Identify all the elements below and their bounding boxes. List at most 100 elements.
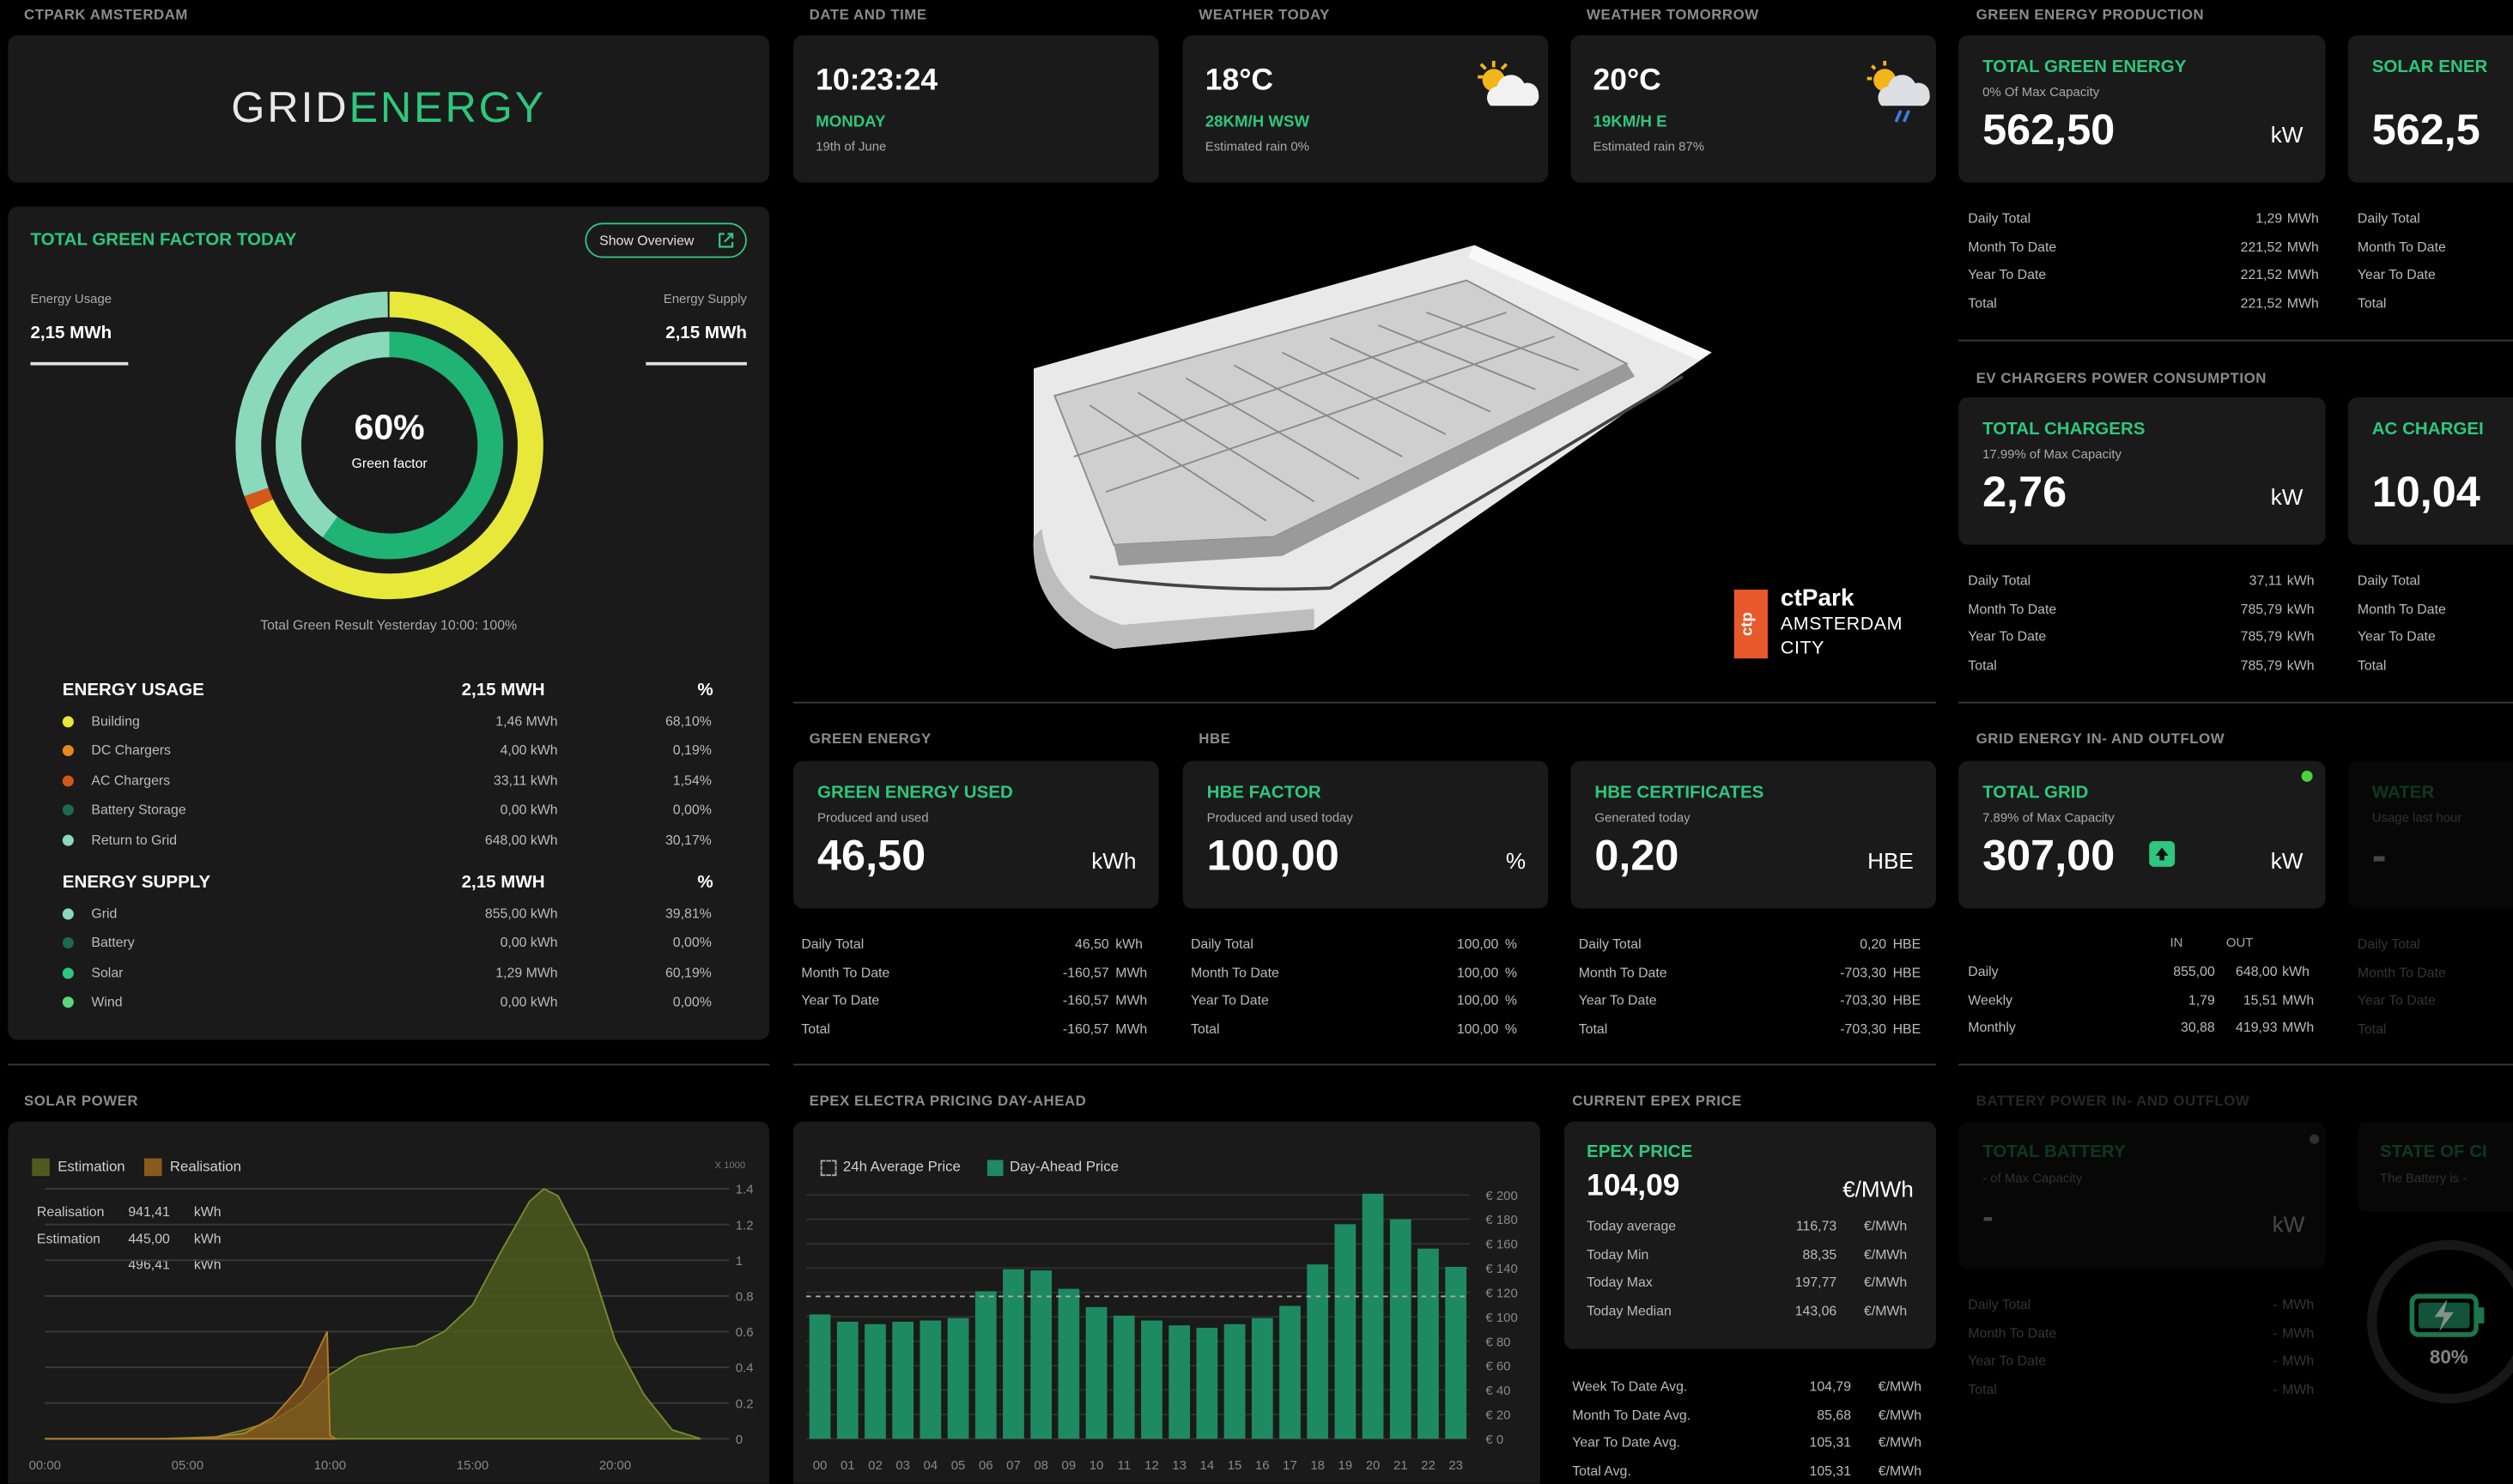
state-of-charge-value: 80%	[2429, 1346, 2468, 1369]
row-value: 100,00	[1456, 1020, 1499, 1036]
solar-energy-value: 562,5	[2371, 106, 2480, 154]
row-in: 1,79	[2188, 990, 2215, 1008]
row-unit: MWh	[2282, 1352, 2315, 1369]
hbe-certificates-unit: HBE	[1867, 847, 1914, 874]
price-bar	[1141, 1320, 1162, 1439]
total-green-energy-unit: kW	[2270, 121, 2304, 148]
row-label: Daily Total	[2357, 572, 2420, 589]
list-item-label: Battery	[91, 935, 135, 951]
row-label: Month To Date	[2357, 963, 2446, 980]
row-label: Daily Total	[1190, 936, 1253, 952]
grid-energy-logo: GRIDENERGY	[8, 83, 769, 133]
table-row: Year To Date -160,57 MWh	[801, 991, 1154, 1010]
row-label: Total	[1968, 294, 1997, 311]
legend-dot	[62, 996, 74, 1009]
row-unit: MWh	[2282, 1380, 2315, 1396]
row-value: 46,50	[1075, 936, 1109, 952]
row-unit: %	[1504, 1020, 1517, 1036]
table-row: Daily Total	[2358, 210, 2513, 229]
y-tick-label: 1	[736, 1254, 743, 1269]
ac-chargers-value: 10,04	[2371, 468, 2480, 517]
row-label: Total Avg.	[1572, 1462, 1631, 1479]
row-unit: €/MWh	[1878, 1378, 1922, 1395]
row-label: Year To Date Avg.	[1572, 1433, 1681, 1451]
list-item-percent: 30,17%	[665, 831, 712, 847]
water-card: WATER Usage last hour -	[2347, 760, 2513, 909]
y-tick-label: € 80	[1485, 1335, 1510, 1349]
area-series-realisation	[45, 1331, 339, 1440]
row-unit: MWh	[2282, 1019, 2315, 1035]
table-row: Daily Total	[2358, 936, 2513, 954]
list-item: Return to Grid 648,00 kWh 30,17%	[62, 831, 728, 850]
total-grid-value: 307,00	[1982, 831, 2115, 880]
hbe-certificates-subtitle: Generated today	[1594, 810, 1691, 826]
row-unit: €/MWh	[1878, 1433, 1922, 1451]
row-unit: MWh	[2286, 265, 2319, 282]
row-label: Total	[1968, 656, 1997, 673]
area-series-estimation	[45, 1187, 701, 1440]
green-energy-used-value: 46,50	[817, 831, 926, 880]
row-value: 197,77	[1794, 1274, 1837, 1290]
row-unit: MWh	[2282, 990, 2315, 1008]
row-unit: MWh	[2282, 1323, 2315, 1341]
logo-part-grid: GRID	[231, 83, 349, 132]
list-item: Wind 0,00 kWh 0,00%	[62, 993, 728, 1013]
x-tick-label: 07	[1006, 1458, 1021, 1473]
legend-dot	[62, 908, 74, 920]
table-row: Month To Date	[2358, 600, 2513, 619]
price-bar	[1168, 1325, 1191, 1439]
legend-dot	[62, 804, 74, 816]
row-label: Month To Date	[1968, 600, 2057, 616]
list-item-percent: 1,54%	[672, 772, 712, 789]
water-title: WATER	[2371, 783, 2435, 803]
ac-chargers-card: AC CHARGEI 10,04	[2347, 397, 2513, 545]
row-value: 105,31	[1809, 1433, 1852, 1451]
legend-dot	[62, 833, 74, 845]
row-value: 0,20	[1860, 936, 1887, 952]
price-bar	[1085, 1306, 1108, 1439]
x-tick-label: 21	[1393, 1458, 1408, 1473]
row-value: 105,31	[1809, 1462, 1852, 1479]
list-item-percent: 0,00%	[672, 801, 712, 818]
row-label: Today average	[1587, 1217, 1677, 1234]
table-row: Total - MWh	[1968, 1380, 2325, 1399]
arrow-up-icon	[2155, 847, 2169, 861]
green-factor-percent: 60%	[354, 407, 425, 447]
battery-charging-icon	[2409, 1293, 2485, 1337]
ctpark-logo-line1: AMSTERDAM	[1780, 615, 1903, 635]
total-battery-title: TOTAL BATTERY	[1982, 1142, 2126, 1162]
table-row: Year To Date	[2358, 266, 2513, 285]
list-item-label: AC Chargers	[91, 772, 171, 789]
x-tick-label: 09	[1062, 1458, 1077, 1473]
price-bar	[1251, 1317, 1273, 1439]
ctp-mark-text: ctp	[1739, 612, 1757, 637]
section-title-current-epex: CURRENT EPEX PRICE	[1572, 1093, 1742, 1109]
row-label: Daily Total	[801, 936, 865, 952]
divider	[1958, 1063, 2513, 1066]
row-value: 143,06	[1794, 1301, 1837, 1318]
x-tick-label: 23	[1448, 1458, 1463, 1473]
list-item-percent: 39,81%	[665, 905, 712, 922]
epex-price-title: EPEX PRICE	[1587, 1142, 1693, 1162]
price-bar	[865, 1323, 886, 1439]
hbe-factor-value: 100,00	[1206, 831, 1339, 880]
row-unit: HBE	[1892, 1020, 1921, 1036]
weather-today-card: 18°C 28KM/H WSW Estimated rain 0%	[1182, 35, 1549, 183]
price-bar	[1113, 1315, 1135, 1439]
row-label: Daily Total	[1578, 936, 1642, 952]
row-label: Month To Date	[2357, 238, 2446, 254]
table-row: Today Max 197,77 €/MWh	[1587, 1274, 1914, 1293]
row-value: -703,30	[1840, 991, 1887, 1009]
row-unit: HBE	[1892, 936, 1921, 952]
show-overview-button[interactable]: Show Overview	[585, 222, 747, 258]
row-label: Month To Date	[1968, 1323, 2057, 1341]
ctpark-logo-line2: CITY	[1780, 639, 1825, 659]
ctpark-logo-name: ctPark	[1780, 585, 1854, 613]
table-row: Year To Date - MWh	[1968, 1352, 2325, 1371]
list-item-value: 33,11 kWh	[493, 772, 558, 789]
list-item-value: 0,00 kWh	[500, 993, 558, 1010]
row-value: -160,57	[1062, 963, 1109, 980]
x-tick-label: 16	[1255, 1458, 1270, 1473]
y-tick-label: € 120	[1485, 1286, 1517, 1300]
row-unit: kWh	[2282, 962, 2310, 979]
